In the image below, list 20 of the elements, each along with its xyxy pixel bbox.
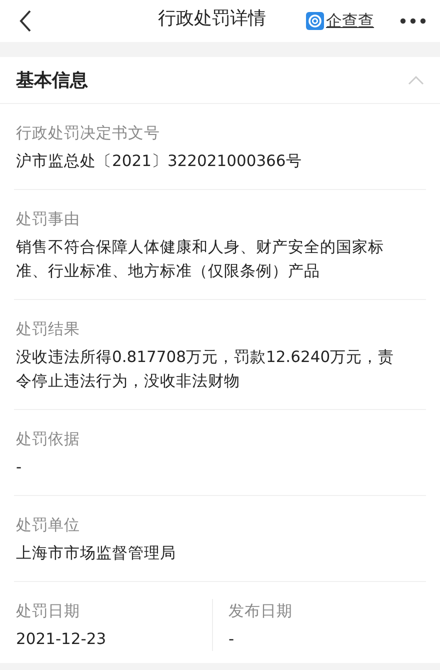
field-value: - <box>16 457 23 478</box>
field-value: 没收违法所得0.817708万元，罚款12.6240万元，责令停止违法行为，没收非法财物 <box>16 347 396 392</box>
section-title: 基本信息 <box>16 69 88 92</box>
field-label: 发布日期 <box>228 601 294 622</box>
logo-icon <box>306 12 324 30</box>
field-value: 沪市监总处〔2021〕322021000366号 <box>16 151 303 172</box>
page-title: 行政处罚详情 <box>158 7 266 30</box>
field-value: - <box>228 629 236 650</box>
brand-link[interactable]: 企查查 <box>326 10 374 32</box>
field-value: 销售不符合保障人体健康和人身、财产安全的国家标准、行业标准、地方标准（仅限条例）产品 <box>16 237 385 282</box>
field-value: 上海市市场监督管理局 <box>16 543 177 564</box>
field-label: 处罚单位 <box>16 515 81 536</box>
more-icon[interactable] <box>400 18 426 24</box>
back-icon[interactable] <box>18 9 32 33</box>
field-label: 处罚日期 <box>16 601 81 622</box>
field-value: 2021-12-23 <box>16 629 108 650</box>
field-label: 行政处罚决定书文号 <box>16 123 161 144</box>
field-label: 处罚事由 <box>16 209 81 230</box>
field-label: 处罚结果 <box>16 319 81 340</box>
field-label: 处罚依据 <box>16 429 81 450</box>
